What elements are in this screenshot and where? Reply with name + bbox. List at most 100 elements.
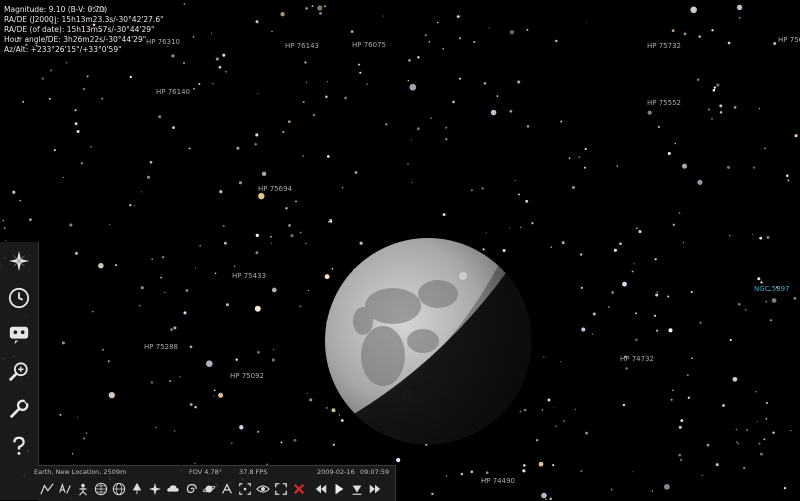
star[interactable] [199, 245, 201, 247]
star[interactable] [766, 235, 770, 239]
star[interactable] [350, 30, 354, 33]
star[interactable] [687, 396, 690, 399]
star[interactable] [254, 143, 257, 146]
constellation-labels-button[interactable] [56, 480, 74, 498]
center-on-object-button[interactable] [236, 480, 254, 498]
star[interactable] [670, 398, 673, 401]
star[interactable] [696, 78, 700, 81]
star[interactable] [592, 312, 596, 316]
star[interactable] [568, 157, 571, 160]
star-label[interactable]: HP 75732 [647, 42, 681, 50]
star[interactable] [755, 391, 757, 393]
star[interactable] [581, 327, 586, 332]
star[interactable] [288, 120, 291, 123]
star[interactable] [585, 431, 588, 435]
star[interactable] [140, 286, 144, 290]
star[interactable] [584, 147, 587, 151]
star[interactable] [610, 488, 613, 491]
star[interactable] [173, 430, 176, 432]
star[interactable] [140, 191, 143, 193]
star[interactable] [218, 65, 222, 69]
star[interactable] [255, 133, 259, 137]
star[interactable] [519, 226, 522, 229]
star[interactable] [682, 242, 685, 244]
star[interactable] [189, 345, 193, 349]
star[interactable] [48, 97, 51, 100]
star[interactable] [189, 403, 193, 406]
configuration-window-button[interactable] [0, 390, 38, 427]
star[interactable] [61, 341, 65, 345]
star[interactable] [514, 179, 516, 181]
star[interactable] [312, 113, 316, 117]
star[interactable] [680, 419, 684, 423]
star[interactable] [69, 223, 73, 227]
star[interactable] [526, 28, 529, 31]
star[interactable] [622, 403, 626, 407]
star[interactable] [635, 312, 638, 315]
star[interactable] [75, 251, 78, 255]
star[interactable] [257, 430, 260, 433]
star-label[interactable]: HP 75092 [230, 372, 264, 380]
star[interactable] [793, 297, 797, 300]
star-label[interactable]: HP 74732 [620, 355, 654, 363]
star[interactable] [654, 258, 657, 261]
star[interactable] [357, 63, 361, 66]
star[interactable] [613, 248, 617, 252]
star[interactable] [160, 276, 162, 279]
star[interactable] [109, 223, 111, 225]
star[interactable] [134, 205, 136, 207]
constellation-lines-button[interactable] [38, 480, 56, 498]
star[interactable] [509, 30, 515, 35]
star[interactable] [409, 83, 417, 91]
location-window-button[interactable] [0, 242, 38, 279]
star[interactable] [547, 398, 551, 402]
star[interactable] [219, 190, 223, 194]
decrease-time-speed-button[interactable] [312, 480, 330, 498]
azimuthal-grid-button[interactable] [110, 480, 128, 498]
star[interactable] [428, 41, 431, 43]
star[interactable] [550, 246, 552, 248]
star[interactable] [790, 429, 792, 432]
star[interactable] [222, 225, 225, 228]
star[interactable] [169, 380, 172, 382]
star[interactable] [164, 291, 166, 294]
star[interactable] [711, 29, 714, 32]
star[interactable] [737, 303, 741, 306]
star[interactable] [383, 15, 385, 17]
star[interactable] [664, 484, 670, 490]
star[interactable] [194, 405, 197, 409]
star[interactable] [541, 492, 547, 499]
star[interactable] [319, 11, 322, 15]
star[interactable] [668, 328, 673, 333]
star[interactable] [311, 5, 314, 7]
star[interactable] [222, 53, 226, 57]
star[interactable] [3, 227, 6, 230]
star[interactable] [82, 437, 86, 440]
star[interactable] [736, 4, 743, 11]
star[interactable] [571, 186, 575, 189]
star[interactable] [531, 222, 534, 225]
search-window-button[interactable] [0, 353, 38, 390]
star[interactable] [758, 107, 760, 110]
star[interactable] [783, 486, 787, 490]
star-label[interactable]: HP 75552 [647, 99, 681, 107]
star[interactable] [90, 146, 92, 148]
star[interactable] [729, 338, 732, 342]
star[interactable] [5, 239, 7, 241]
night-mode-button[interactable] [254, 480, 272, 498]
star[interactable] [299, 305, 302, 308]
cardinal-points-button[interactable] [146, 480, 164, 498]
star-label[interactable]: HP 75288 [144, 343, 178, 351]
star[interactable] [359, 71, 362, 74]
star[interactable] [553, 406, 555, 408]
star[interactable] [526, 125, 530, 128]
star[interactable] [738, 16, 741, 19]
star[interactable] [580, 469, 583, 473]
star[interactable] [76, 416, 78, 418]
star[interactable] [722, 404, 725, 407]
star[interactable] [411, 139, 413, 141]
star[interactable] [765, 401, 769, 405]
star[interactable] [50, 69, 53, 72]
star[interactable] [737, 443, 740, 445]
star[interactable] [258, 192, 265, 200]
